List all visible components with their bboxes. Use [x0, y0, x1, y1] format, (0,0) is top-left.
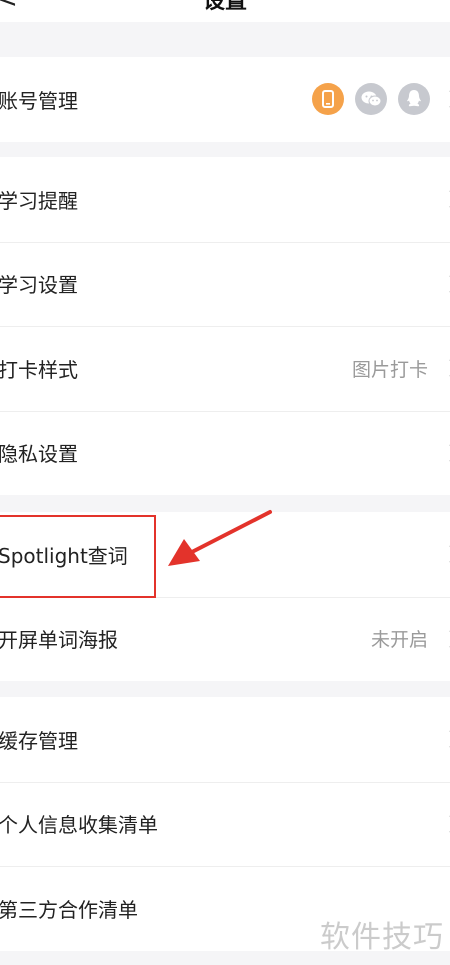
- row-label: 隐私设置: [0, 442, 78, 467]
- chevron-right-icon: [441, 730, 450, 748]
- settings-row-personal-info[interactable]: 个人信息收集清单: [0, 781, 450, 867]
- row-label: 学习提醒: [0, 188, 78, 213]
- settings-row-splash-poster[interactable]: 开屏单词海报 未开启: [0, 596, 450, 682]
- chevron-right-icon: [441, 190, 450, 208]
- row-value: 图片打卡: [351, 358, 428, 381]
- settings-row-reminder[interactable]: 学习提醒: [0, 157, 450, 242]
- row-label: Spotlight查词: [0, 543, 128, 568]
- row-label: 账号管理: [0, 88, 78, 113]
- chevron-right-icon: [441, 90, 450, 108]
- linked-accounts: [312, 83, 430, 116]
- settings-row-account[interactable]: 账号管理: [0, 57, 450, 142]
- row-label: 打卡样式: [0, 357, 78, 382]
- chevron-right-icon: [441, 444, 450, 462]
- row-label: 第三方合作清单: [0, 897, 138, 922]
- qq-icon: [398, 83, 430, 116]
- row-value: 未开启: [370, 629, 428, 652]
- chevron-right-icon: [441, 359, 450, 377]
- settings-row-study[interactable]: 学习设置: [0, 241, 450, 327]
- settings-row-privacy[interactable]: 隐私设置: [0, 410, 450, 496]
- phone-icon: [312, 83, 344, 116]
- annotation-arrow-icon: [168, 510, 272, 566]
- row-label: 开屏单词海报: [0, 628, 118, 653]
- settings-row-checkin-style[interactable]: 打卡样式 图片打卡: [0, 326, 450, 411]
- chevron-right-icon: [441, 275, 450, 293]
- watermark: 软件技巧: [320, 920, 444, 955]
- nav-bar: < 设置: [0, 0, 450, 22]
- wechat-icon: [355, 83, 387, 116]
- settings-row-cache[interactable]: 缓存管理: [0, 697, 450, 782]
- chevron-right-icon: [441, 630, 450, 648]
- chevron-right-icon: [441, 545, 450, 563]
- account-group: 账号管理: [0, 57, 450, 142]
- row-label: 个人信息收集清单: [0, 813, 158, 838]
- chevron-right-icon: [441, 815, 450, 833]
- row-label: 缓存管理: [0, 728, 78, 753]
- row-label: 学习设置: [0, 273, 78, 298]
- page-title: 设置: [202, 0, 247, 14]
- study-group: 学习提醒 学习设置 打卡样式 图片打卡 隐私设置: [0, 157, 450, 495]
